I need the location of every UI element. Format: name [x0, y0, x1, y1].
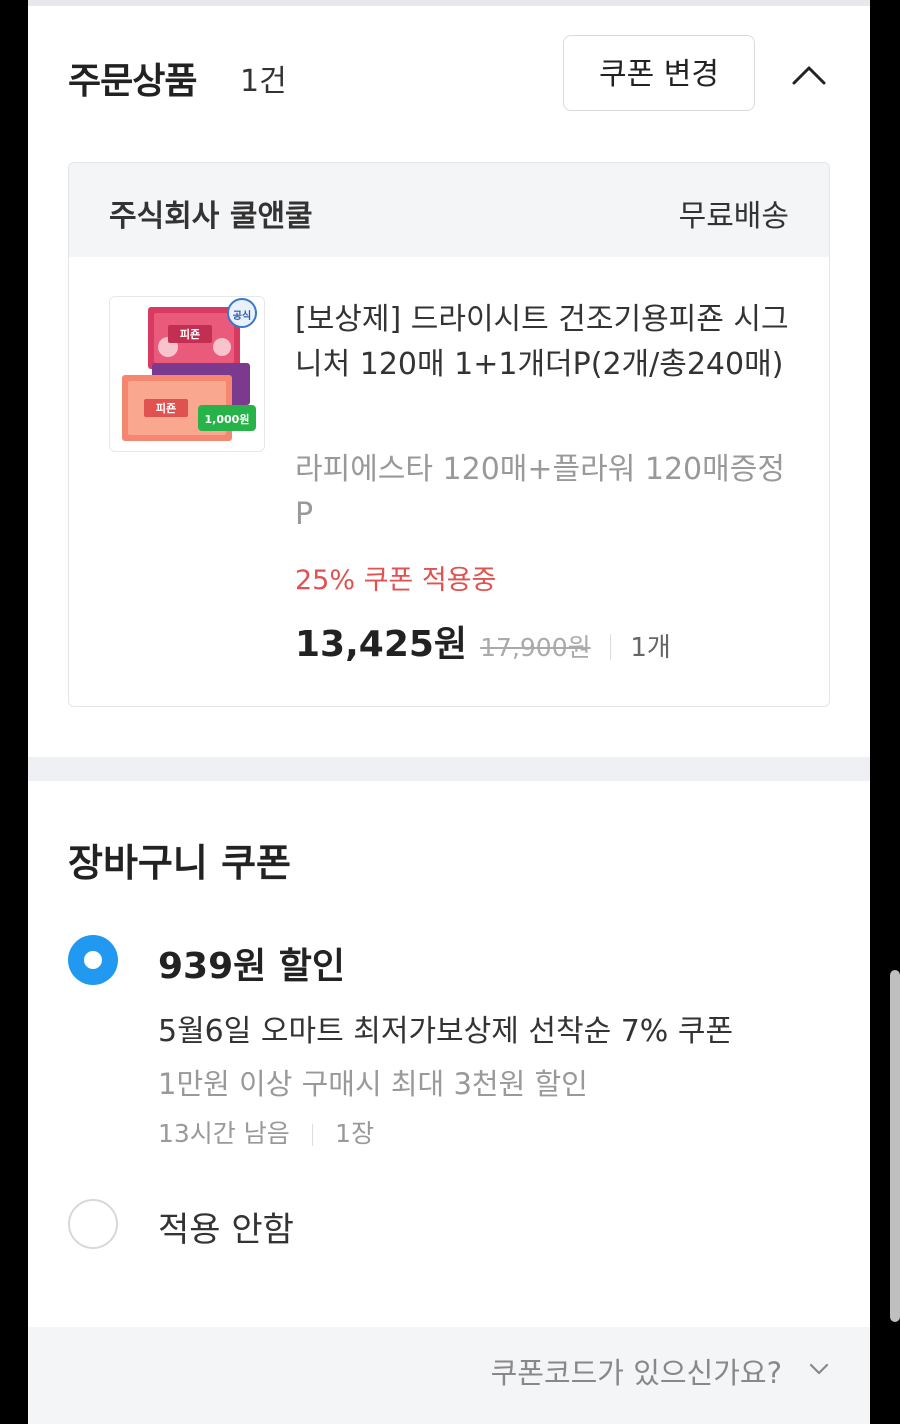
svg-text:피죤: 피죤	[180, 327, 200, 341]
svg-text:피죤: 피죤	[156, 401, 176, 415]
order-count: 1건	[240, 64, 287, 99]
sale-price: 13,425원	[295, 624, 468, 665]
quantity: 1개	[630, 633, 671, 663]
checkout-page: 주문상품 1건 쿠폰 변경 주식회사 쿨앤쿨 무료배송 피죤 피죤 공식 1,0…	[28, 0, 870, 1424]
product-name[interactable]: [보상제] 드라이시트 건조기용피죤 시그니처 120매 1+1개더P(2개/총…	[295, 297, 795, 387]
coupon-change-button[interactable]: 쿠폰 변경	[563, 35, 755, 111]
cart-coupon-title: 장바구니 쿠폰	[68, 841, 291, 885]
coupon-count: 1장	[335, 1119, 375, 1148]
svg-text:1,000원: 1,000원	[205, 412, 250, 426]
product-image: 피죤 피죤 공식 1,000원	[110, 297, 263, 450]
order-section-title: 주문상품	[68, 61, 197, 102]
seller-header: 주식회사 쿨앤쿨 무료배송	[69, 163, 829, 257]
svg-text:공식: 공식	[233, 309, 251, 322]
coupon-meta: 13시간 남음 1장	[158, 1114, 374, 1150]
coupon-remaining-time: 13시간 남음	[158, 1119, 290, 1148]
product-thumbnail[interactable]: 피죤 피죤 공식 1,000원	[109, 296, 265, 452]
original-price: 17,900원	[480, 633, 591, 662]
chevron-down-icon[interactable]	[808, 1358, 830, 1380]
product-card: 주식회사 쿨앤쿨 무료배송 피죤 피죤 공식 1,000원 [보상제] 드라이시…	[68, 162, 830, 707]
applied-coupon-status: 25% 쿠폰 적용중	[295, 565, 497, 596]
divider	[311, 1124, 314, 1146]
section-divider	[28, 757, 870, 781]
coupon-discount-amount[interactable]: 939원 할인	[158, 937, 345, 989]
coupon-code-link[interactable]: 쿠폰코드가 있으신가요?	[491, 1350, 782, 1392]
coupon-name: 5월6일 오마트 최저가보상제 선착순 7% 쿠폰	[158, 1014, 734, 1049]
coupon-radio-none[interactable]	[68, 1199, 118, 1249]
seller-name: 주식회사 쿨앤쿨	[109, 199, 313, 234]
shipping-info: 무료배송	[678, 199, 789, 234]
divider	[609, 634, 612, 660]
coupon-radio-selected[interactable]	[68, 935, 118, 985]
product-option: 라피에스타 120매+플라워 120매증정P	[295, 452, 785, 532]
top-divider	[28, 0, 870, 6]
chevron-up-icon[interactable]	[790, 56, 828, 94]
scrollbar-thumb[interactable]	[890, 970, 900, 1322]
coupon-condition: 1만원 이상 구매시 최대 3천원 할인	[158, 1067, 588, 1101]
price-row: 13,425원 17,900원 1개	[295, 615, 671, 665]
no-coupon-option[interactable]: 적용 안함	[158, 1202, 294, 1251]
